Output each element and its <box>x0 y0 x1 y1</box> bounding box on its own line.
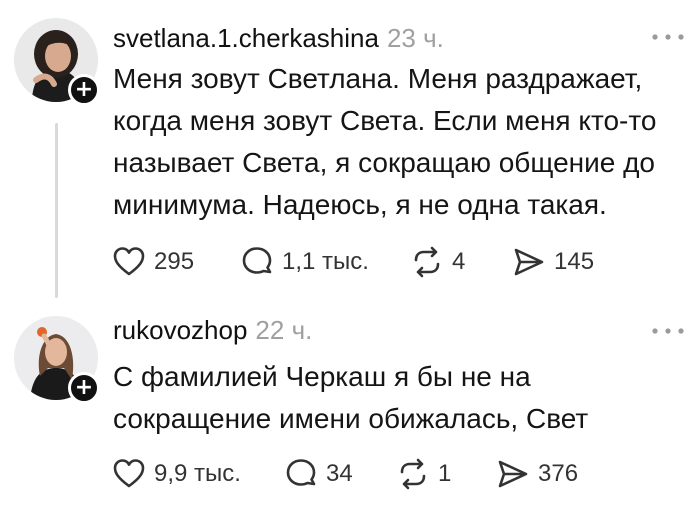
share-count: 376 <box>538 460 579 487</box>
reply-button[interactable]: 34 <box>284 456 353 492</box>
reply-count: 1,1 тыс. <box>282 248 369 275</box>
repost-count: 4 <box>452 248 466 275</box>
share-icon <box>514 248 544 276</box>
share-icon <box>498 460 528 488</box>
post: + svetlana.1.cherkashina 23 ч. Меня зовут… <box>0 0 700 300</box>
username[interactable]: svetlana.1.cherkashina <box>113 23 379 53</box>
reply-button[interactable]: 1,1 тыс. <box>240 244 369 280</box>
thread-line <box>55 123 58 298</box>
avatar[interactable]: + <box>14 18 100 106</box>
post-header: svetlana.1.cherkashina 23 ч. <box>113 22 444 54</box>
like-count: 295 <box>154 248 195 275</box>
post: + rukovozhop 22 ч. С фамилией Черкаш я бы… <box>0 300 700 513</box>
repost-icon <box>414 246 440 278</box>
more-icon[interactable] <box>650 326 686 336</box>
avatar[interactable]: + <box>14 316 100 404</box>
timestamp: 23 ч. <box>386 23 444 53</box>
share-button[interactable]: 145 <box>512 244 594 280</box>
repost-button[interactable]: 1 <box>396 456 451 492</box>
post-header: rukovozhop 22 ч. <box>113 314 312 346</box>
share-button[interactable]: 376 <box>496 456 578 492</box>
reply-count: 34 <box>326 460 353 487</box>
more-icon[interactable] <box>650 32 686 42</box>
heart-icon <box>113 459 145 488</box>
repost-button[interactable]: 4 <box>410 244 465 280</box>
comment-icon <box>286 459 316 486</box>
username[interactable]: rukovozhop <box>113 315 247 345</box>
share-count: 145 <box>554 248 595 275</box>
follow-plus-icon[interactable]: + <box>68 372 100 404</box>
timestamp: 22 ч. <box>255 315 313 345</box>
heart-icon <box>113 247 145 276</box>
like-count: 9,9 тыс. <box>154 460 241 487</box>
post-text: Меня зовут Светлана. Меня раздражает, ко… <box>113 63 657 220</box>
post-text: С фамилией Черкаш я бы не на сокращение … <box>113 361 589 434</box>
repost-icon <box>400 458 426 490</box>
comment-icon <box>242 247 272 274</box>
repost-count: 1 <box>438 460 452 487</box>
follow-plus-icon[interactable]: + <box>68 74 100 106</box>
like-button[interactable]: 9,9 тыс. <box>112 456 241 492</box>
like-button[interactable]: 295 <box>112 244 194 280</box>
